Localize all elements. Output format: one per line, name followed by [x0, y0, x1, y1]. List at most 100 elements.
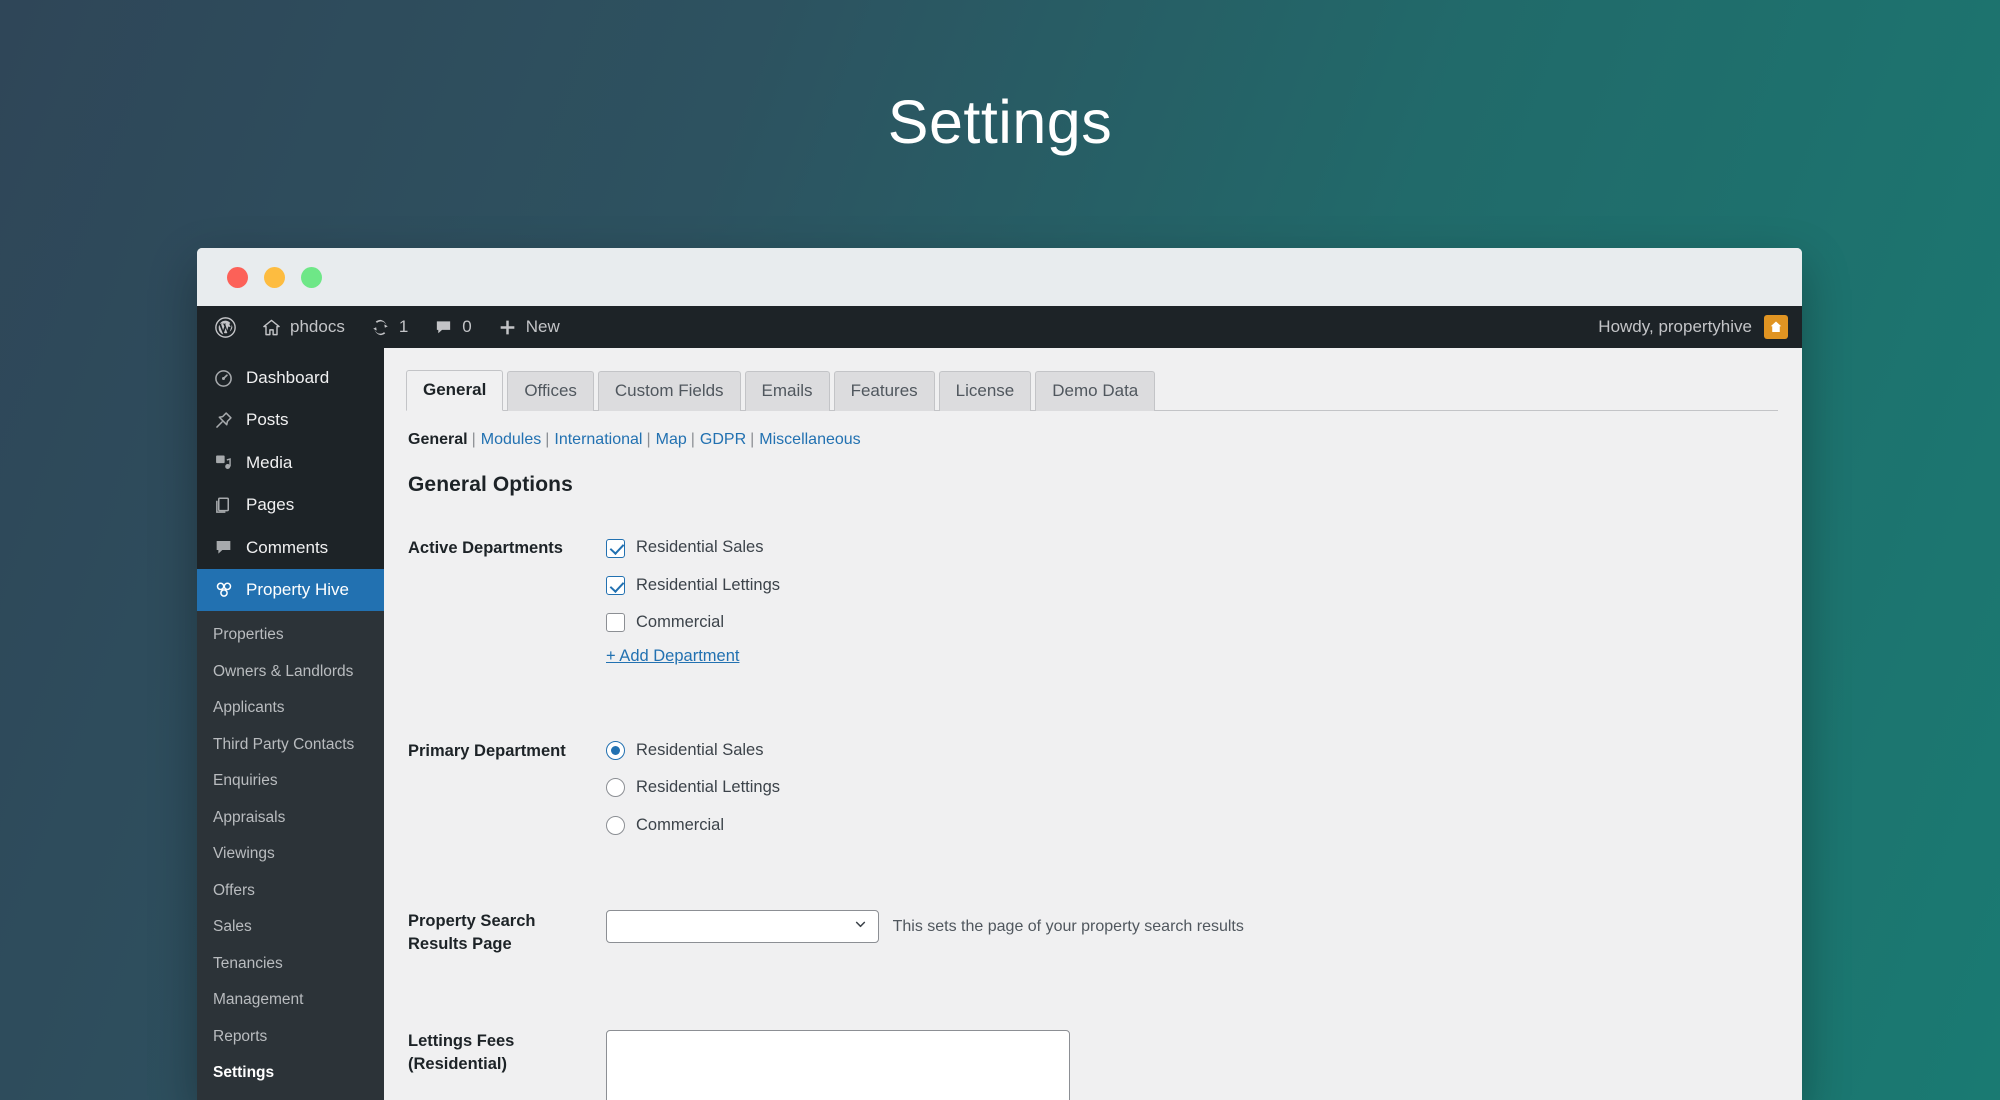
field-label-lettings-fees: Lettings Fees (Residential) [408, 1032, 515, 1074]
submenu-item-owners-landlords[interactable]: Owners & Landlords [197, 654, 384, 690]
submenu-item-reports[interactable]: Reports [197, 1019, 384, 1055]
submenu-item-settings[interactable]: Settings [197, 1055, 384, 1091]
sidebar-item-label: Property Hive [246, 579, 349, 599]
submenu-item-sales[interactable]: Sales [197, 909, 384, 945]
field-row-active-departments: Active Departments Residential Sales Res… [406, 519, 1778, 683]
field-control-lettings-fees [606, 1012, 1778, 1100]
admin-bar-updates[interactable]: 1 [358, 306, 421, 348]
tab-custom-fields[interactable]: Custom Fields [597, 371, 741, 412]
admin-bar-comments[interactable]: 0 [421, 306, 484, 348]
admin-body: Dashboard Posts Media Pages Comments Pro… [197, 348, 1802, 1100]
minimize-window-button[interactable] [264, 266, 285, 288]
sidebar-item-label: Comments [246, 537, 329, 557]
maximize-window-button[interactable] [301, 266, 322, 288]
property-hive-icon [213, 580, 234, 600]
settings-content: General Offices Custom Fields Emails Fea… [384, 348, 1802, 1100]
subnav-item-gdpr[interactable]: GDPR [700, 431, 746, 449]
site-name-label: phdocs [290, 317, 345, 336]
field-label-active-departments: Active Departments [408, 539, 563, 558]
radio-label: Residential Lettings [636, 778, 781, 797]
wordpress-icon [215, 316, 236, 338]
submenu-item-management[interactable]: Management [197, 982, 384, 1018]
submenu-item-enquiries[interactable]: Enquiries [197, 763, 384, 799]
subnav-item-map[interactable]: Map [656, 431, 687, 449]
subnav-item-miscellaneous[interactable]: Miscellaneous [759, 431, 860, 449]
updates-count: 1 [398, 317, 409, 336]
radio-button[interactable] [606, 778, 625, 798]
settings-subnav: General | Modules | International | Map … [408, 431, 1802, 449]
search-results-page-description: This sets the page of your property sear… [892, 917, 1244, 935]
new-content-label: New [525, 317, 560, 336]
updates-icon [371, 318, 390, 337]
field-label-primary-department: Primary Department [408, 741, 566, 760]
general-options-form: Active Departments Residential Sales Res… [406, 519, 1778, 1100]
submenu-item-offers[interactable]: Offers [197, 873, 384, 909]
radio-button[interactable] [606, 740, 625, 760]
field-row-primary-department: Primary Department Residential Sales Res… [406, 684, 1778, 854]
browser-window: phdocs 1 0 New Howdy, propertyhive Dashb… [197, 248, 1802, 1100]
field-label-search-results-page: Property Search Results Page [408, 912, 536, 954]
sidebar-item-dashboard[interactable]: Dashboard [197, 357, 384, 399]
checkbox-box[interactable] [606, 576, 625, 596]
chevron-down-icon [853, 917, 868, 937]
admin-bar-site-name[interactable]: phdocs [249, 306, 358, 348]
sidebar-item-label: Pages [246, 495, 295, 515]
lettings-fees-textarea[interactable] [606, 1030, 1070, 1100]
comment-bubble-icon [434, 318, 453, 337]
subnav-separator: | [545, 431, 550, 449]
subnav-item-general[interactable]: General [408, 431, 468, 449]
sidebar-item-label: Dashboard [246, 368, 330, 387]
checkbox-label: Commercial [636, 613, 725, 632]
tab-general[interactable]: General [406, 370, 504, 412]
checkbox-box[interactable] [606, 538, 625, 558]
submenu-item-applicants[interactable]: Applicants [197, 690, 384, 726]
tab-offices[interactable]: Offices [507, 371, 594, 412]
admin-bar-new-content[interactable]: New [485, 306, 573, 348]
radio-button[interactable] [606, 815, 625, 835]
subnav-separator: | [646, 431, 651, 449]
tab-features[interactable]: Features [833, 371, 935, 412]
avatar [1764, 315, 1788, 339]
radio-commercial[interactable]: Commercial [606, 815, 1768, 836]
subnav-separator: | [471, 431, 476, 449]
tab-emails[interactable]: Emails [744, 371, 830, 412]
submenu-item-properties[interactable]: Properties [197, 617, 384, 653]
sidebar-item-posts[interactable]: Posts [197, 399, 384, 441]
admin-sidebar: Dashboard Posts Media Pages Comments Pro… [197, 348, 384, 1100]
radio-residential-lettings[interactable]: Residential Lettings [606, 777, 1768, 798]
sidebar-item-pages[interactable]: Pages [197, 484, 384, 526]
sidebar-item-label: Media [246, 452, 293, 472]
radio-residential-sales[interactable]: Residential Sales [606, 740, 1768, 761]
submenu-item-third-party-contacts[interactable]: Third Party Contacts [197, 727, 384, 763]
plus-icon [498, 318, 517, 337]
close-window-button[interactable] [227, 266, 248, 288]
sidebar-item-comments[interactable]: Comments [197, 527, 384, 569]
checkbox-residential-lettings[interactable]: Residential Lettings [606, 575, 1768, 596]
comments-count: 0 [462, 317, 472, 336]
subnav-item-international[interactable]: International [554, 431, 642, 449]
admin-bar-my-account[interactable]: Howdy, propertyhive [1598, 306, 1788, 348]
howdy-label: Howdy, propertyhive [1598, 317, 1752, 336]
submenu-item-appraisals[interactable]: Appraisals [197, 800, 384, 836]
tab-demo-data[interactable]: Demo Data [1035, 371, 1156, 412]
sidebar-item-property-hive[interactable]: Property Hive [197, 568, 384, 612]
admin-bar-wp-logo[interactable] [197, 306, 249, 348]
house-avatar-icon [1770, 321, 1782, 332]
subnav-item-modules[interactable]: Modules [481, 431, 541, 449]
checkbox-box[interactable] [606, 613, 625, 633]
field-row-lettings-fees: Lettings Fees (Residential) [406, 974, 1778, 1100]
section-title: General Options [408, 473, 573, 497]
checkbox-residential-sales[interactable]: Residential Sales [606, 537, 1768, 558]
sidebar-item-label: Posts [246, 410, 289, 430]
field-control-active-departments: Residential Sales Residential Lettings C… [606, 519, 1778, 683]
submenu-item-tenancies[interactable]: Tenancies [197, 946, 384, 982]
field-control-primary-department: Residential Sales Residential Lettings C… [606, 722, 1778, 854]
checkbox-commercial[interactable]: Commercial [606, 612, 1768, 633]
search-results-page-select[interactable] [606, 910, 879, 944]
home-icon [262, 318, 281, 337]
add-department-link[interactable]: + Add Department [606, 647, 739, 666]
tab-license[interactable]: License [938, 371, 1032, 412]
sidebar-item-media[interactable]: Media [197, 442, 384, 484]
subnav-separator: | [690, 431, 695, 449]
submenu-item-viewings[interactable]: Viewings [197, 836, 384, 872]
